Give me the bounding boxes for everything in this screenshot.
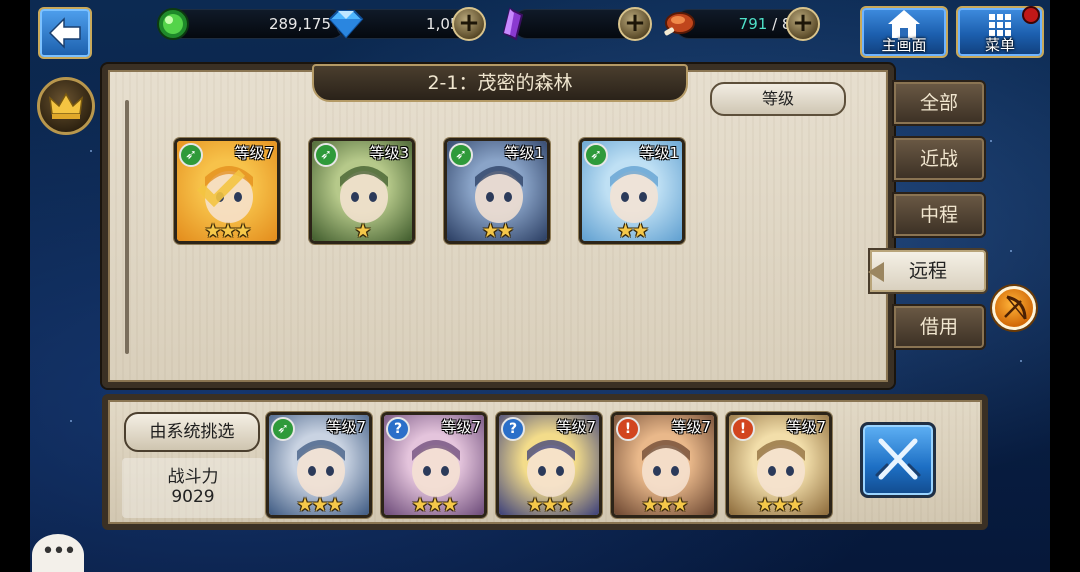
melee-class-icon: ! — [616, 417, 640, 441]
star-rating: ★★★ — [641, 494, 688, 516]
ranged-class-icon: ➶ — [271, 417, 295, 441]
background-star — [90, 150, 92, 152]
star-rating: ★★ — [481, 220, 514, 242]
battle-power-box: 战斗力 9029 — [122, 458, 264, 518]
level-label: 等级7 — [786, 418, 826, 436]
back-button[interactable] — [38, 7, 92, 59]
filter-tab-label: 中程 — [919, 204, 958, 226]
roster-scrollbar[interactable] — [125, 100, 129, 354]
stage-title: 2-1：茂密的森林 — [312, 64, 688, 102]
sort-by-level-button[interactable]: 等级 — [710, 82, 846, 116]
level-label: 等级7 — [234, 144, 274, 162]
add-stamina-button[interactable]: + — [786, 7, 820, 41]
diamond-icon — [328, 10, 364, 39]
level-label: 等级7 — [326, 418, 366, 436]
star-rating: ★★★ — [526, 494, 573, 516]
filter-tab-label: 全部 — [919, 92, 958, 114]
crown-icon — [49, 92, 83, 119]
filter-tab-3[interactable]: 远程 — [868, 248, 988, 294]
background-star — [1020, 360, 1022, 362]
ranged-class-icon: ➶ — [584, 143, 608, 167]
battle-power-value: 9029 — [171, 487, 215, 507]
level-label: 等级3 — [369, 144, 409, 162]
crossed-swords-icon — [875, 438, 921, 480]
party-hero-card[interactable]: ! 等级7 ★★★ — [611, 412, 717, 518]
background-star — [70, 420, 72, 422]
roster-hero-card[interactable]: ➶ 等级7 ★★★ — [174, 138, 280, 244]
roster-hero-card[interactable]: ➶ 等级1 ★★ — [579, 138, 685, 244]
filter-tab-0[interactable]: 全部 — [892, 80, 986, 126]
mid-class-icon: ? — [501, 417, 525, 441]
game-screen: 289,175 1,050 + 0 + 791 / 86 — [0, 0, 1080, 572]
level-label: 等级1 — [504, 144, 544, 162]
party-hero-card[interactable]: ? 等级7 ★★★ — [496, 412, 602, 518]
active-tab-arrow-icon — [868, 262, 884, 282]
filter-tab-label: 远程 — [908, 260, 947, 282]
melee-class-icon: ! — [731, 417, 755, 441]
battle-power-label: 战斗力 — [167, 467, 219, 487]
filter-tab-label: 近战 — [919, 148, 958, 170]
add-crystals-button[interactable]: + — [618, 7, 652, 41]
back-arrow-icon — [48, 17, 81, 49]
star-rating: ★★★ — [296, 494, 343, 516]
ranged-class-icon: ➶ — [179, 143, 203, 167]
filter-tab-1[interactable]: 近战 — [892, 136, 986, 182]
menu-button-label: 菜单 — [984, 36, 1015, 54]
menu-button[interactable]: 菜单 — [956, 6, 1044, 58]
auto-select-button[interactable]: 由系统挑选 — [124, 412, 260, 452]
star-rating: ★★★ — [411, 494, 458, 516]
chat-button[interactable]: ••• — [32, 534, 84, 572]
borrow-ranged-badge[interactable] — [992, 286, 1036, 330]
party-hero-card[interactable]: ? 等级7 ★★★ — [381, 412, 487, 518]
notification-dot — [1022, 6, 1040, 24]
level-label: 等级7 — [671, 418, 711, 436]
ranged-class-icon: ➶ — [449, 143, 473, 167]
purple-crystal-icon — [502, 7, 524, 41]
background-star — [990, 140, 992, 142]
filter-tab-label: 借用 — [919, 316, 958, 338]
green-gem-icon — [157, 8, 189, 40]
level-label: 等级7 — [441, 418, 481, 436]
star-rating: ★★ — [616, 220, 649, 242]
party-hero-card[interactable]: ! 等级7 ★★★ — [726, 412, 832, 518]
crown-button[interactable] — [37, 77, 95, 135]
stamina-current: 791 — [738, 15, 768, 33]
level-label: 等级1 — [639, 144, 679, 162]
add-diamonds-button[interactable]: + — [452, 7, 486, 41]
star-rating: ★★★ — [756, 494, 803, 516]
level-label: 等级7 — [556, 418, 596, 436]
roster-hero-card[interactable]: ➶ 等级1 ★★ — [444, 138, 550, 244]
filter-tab-2[interactable]: 中程 — [892, 192, 986, 238]
filter-tab-4[interactable]: 借用 — [892, 304, 986, 350]
roster-hero-card[interactable]: ➶ 等级3 ★ — [309, 138, 415, 244]
start-battle-button[interactable] — [860, 422, 936, 498]
home-button[interactable]: 主画面 — [860, 6, 948, 58]
star-rating: ★★★ — [204, 220, 251, 242]
meat-icon — [664, 12, 695, 36]
star-rating: ★ — [354, 220, 371, 242]
bow-icon — [1004, 295, 1027, 320]
ranged-class-icon: ➶ — [314, 143, 338, 167]
mid-class-icon: ? — [386, 417, 410, 441]
background-star — [1010, 250, 1012, 252]
gold-value: 289,175 — [268, 15, 331, 33]
home-button-label: 主画面 — [881, 36, 927, 54]
party-hero-card[interactable]: ➶ 等级7 ★★★ — [266, 412, 372, 518]
